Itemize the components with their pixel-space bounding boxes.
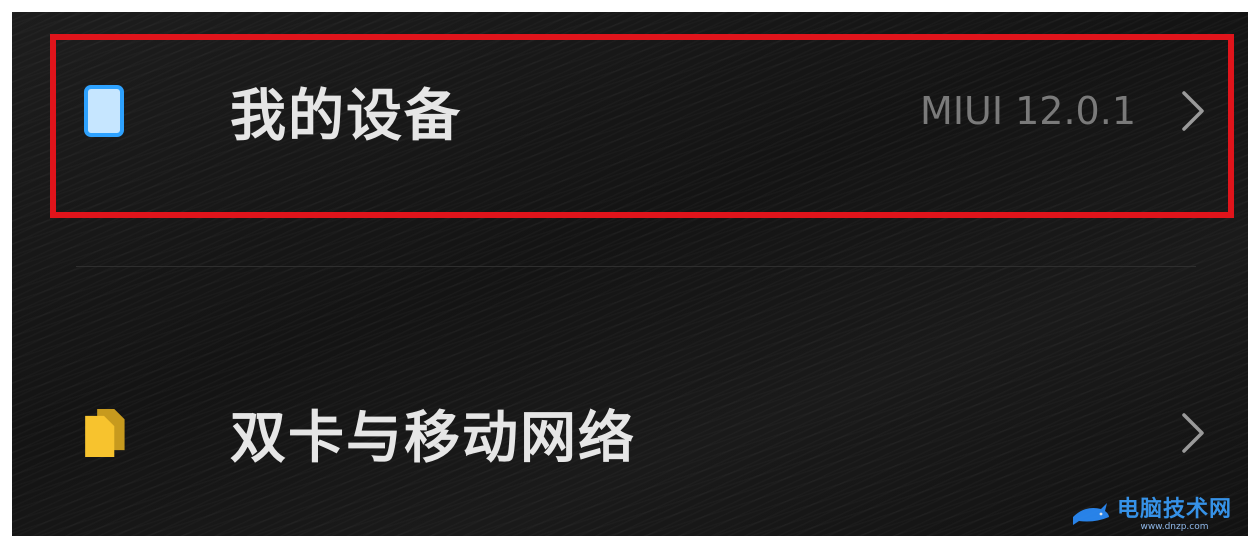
phone-device-icon bbox=[80, 85, 128, 137]
settings-screen: 我的设备 MIUI 12.0.1 双卡与移动网络 电脑技术网 www.dnzp.… bbox=[12, 12, 1248, 536]
settings-item-my-device[interactable]: 我的设备 MIUI 12.0.1 bbox=[12, 26, 1248, 196]
chevron-right-icon bbox=[1176, 409, 1208, 457]
settings-item-label: 双卡与移动网络 bbox=[230, 405, 636, 471]
shark-logo-icon bbox=[1071, 501, 1111, 531]
row-divider bbox=[76, 266, 1196, 267]
settings-item-label: 我的设备 bbox=[230, 83, 462, 149]
watermark-url: www.dnzp.com bbox=[1140, 522, 1209, 532]
watermark: 电脑技术网 www.dnzp.com bbox=[1071, 499, 1232, 532]
settings-item-dual-sim[interactable]: 双卡与移动网络 bbox=[12, 348, 1248, 518]
miui-version-value: MIUI 12.0.1 bbox=[920, 89, 1136, 133]
sim-cards-icon bbox=[80, 409, 128, 457]
chevron-right-icon bbox=[1176, 87, 1208, 135]
watermark-title: 电脑技术网 bbox=[1116, 497, 1232, 522]
